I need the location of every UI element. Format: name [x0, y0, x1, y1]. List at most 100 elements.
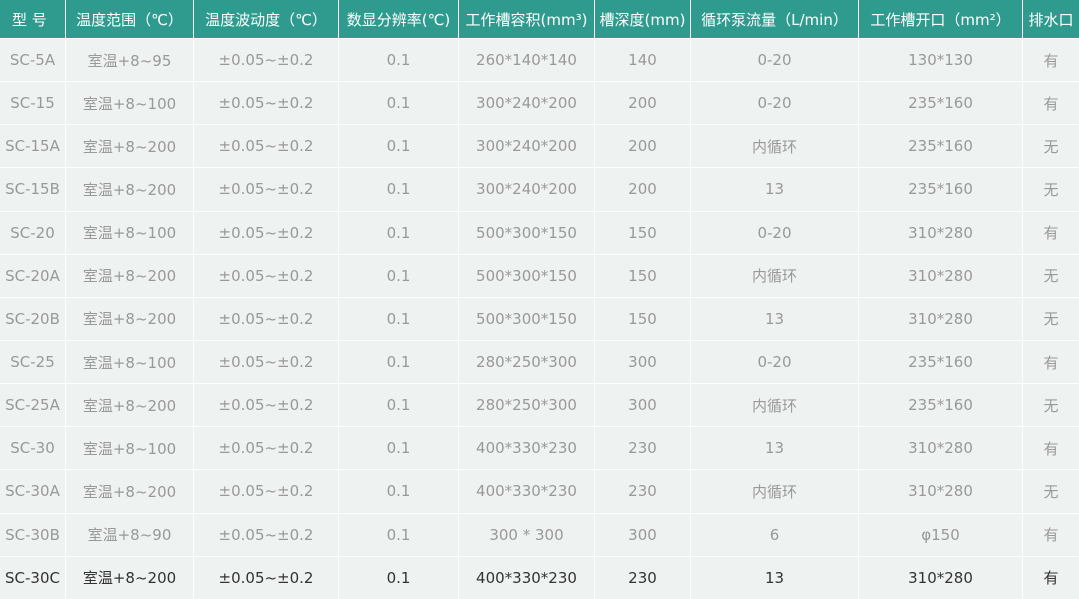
cell-tank-depth: 150: [595, 297, 691, 341]
cell-tank-opening: 310*280: [859, 211, 1023, 255]
cell-tank-volume: 300*240*200: [459, 168, 595, 212]
cell-model: SC-25: [0, 340, 66, 385]
cell-temperature-fluctuation: ±0.05~±0.2: [194, 470, 339, 514]
cell-temperature-range: 室温+8~200: [66, 470, 194, 514]
cell-temperature-fluctuation: ±0.05~±0.2: [194, 427, 339, 471]
cell-tank-volume: 280*250*300: [459, 340, 595, 385]
cell-drain: 有: [1023, 513, 1079, 557]
table-row: SC-15A 室温+8~200 ±0.05~±0.2 0.1 300*240*200 20…: [0, 125, 1079, 169]
cell-pump-flow: 13: [691, 297, 859, 341]
cell-pump-flow: 内循环: [691, 254, 859, 298]
cell-temperature-range: 室温+8~200: [66, 384, 194, 428]
cell-tank-opening: 310*280: [859, 427, 1023, 471]
cell-display-resolution: 0.1: [339, 125, 459, 169]
header-tank-volume: 工作槽容积(mm³): [459, 0, 595, 39]
cell-temperature-fluctuation: ±0.05~±0.2: [194, 340, 339, 385]
cell-display-resolution: 0.1: [339, 340, 459, 385]
cell-model: SC-15A: [0, 125, 66, 169]
cell-tank-depth: 200: [595, 168, 691, 212]
cell-tank-depth: 140: [595, 39, 691, 83]
cell-temperature-range: 室温+8~100: [66, 82, 194, 126]
cell-tank-volume: 300*240*200: [459, 125, 595, 169]
table-row: SC-5A 室温+8~95 ±0.05~±0.2 0.1 260*140*140 140 0…: [0, 39, 1079, 83]
cell-drain: 无: [1023, 470, 1079, 514]
cell-model: SC-20A: [0, 254, 66, 298]
cell-tank-opening: 310*280: [859, 556, 1023, 599]
cell-display-resolution: 0.1: [339, 254, 459, 298]
cell-temperature-range: 室温+8~200: [66, 297, 194, 341]
cell-tank-depth: 300: [595, 384, 691, 428]
cell-temperature-fluctuation: ±0.05~±0.2: [194, 297, 339, 341]
cell-temperature-range: 室温+8~200: [66, 168, 194, 212]
cell-pump-flow: 0-20: [691, 39, 859, 83]
table-body: SC-5A 室温+8~95 ±0.05~±0.2 0.1 260*140*140 140 0…: [0, 39, 1079, 599]
cell-tank-depth: 300: [595, 340, 691, 385]
cell-temperature-range: 室温+8~100: [66, 211, 194, 255]
cell-temperature-range: 室温+8~200: [66, 254, 194, 298]
cell-tank-opening: 310*280: [859, 254, 1023, 298]
cell-tank-opening: 310*280: [859, 470, 1023, 514]
cell-display-resolution: 0.1: [339, 470, 459, 514]
cell-pump-flow: 13: [691, 556, 859, 599]
cell-temperature-fluctuation: ±0.05~±0.2: [194, 125, 339, 169]
cell-pump-flow: 13: [691, 427, 859, 471]
cell-temperature-fluctuation: ±0.05~±0.2: [194, 513, 339, 557]
cell-drain: 有: [1023, 39, 1079, 83]
cell-drain: 无: [1023, 297, 1079, 341]
cell-tank-opening: 130*130: [859, 39, 1023, 83]
table-row: SC-20 室温+8~100 ±0.05~±0.2 0.1 500*300*150 150…: [0, 211, 1079, 255]
table-row: SC-30C 室温+8~200 ±0.05~±0.2 0.1 400*330*230 23…: [0, 556, 1079, 599]
cell-tank-volume: 400*330*230: [459, 427, 595, 471]
header-tank-opening: 工作槽开口（mm²）: [859, 0, 1023, 39]
cell-temperature-range: 室温+8~90: [66, 513, 194, 557]
cell-drain: 有: [1023, 427, 1079, 471]
cell-drain: 无: [1023, 254, 1079, 298]
cell-tank-opening: 235*160: [859, 125, 1023, 169]
cell-pump-flow: 6: [691, 513, 859, 557]
cell-tank-depth: 230: [595, 470, 691, 514]
cell-model: SC-30B: [0, 513, 66, 557]
header-pump-flow: 循环泵流量（L/min）: [691, 0, 859, 39]
cell-display-resolution: 0.1: [339, 556, 459, 599]
spec-table: 型 号 温度范围（℃） 温度波动度（℃） 数显分辨率(℃) 工作槽容积(mm³)…: [0, 0, 1079, 599]
cell-temperature-range: 室温+8~100: [66, 340, 194, 385]
header-drain: 排水口: [1023, 0, 1079, 39]
cell-model: SC-30A: [0, 470, 66, 514]
cell-tank-opening: 235*160: [859, 384, 1023, 428]
cell-tank-volume: 500*300*150: [459, 297, 595, 341]
cell-display-resolution: 0.1: [339, 82, 459, 126]
cell-temperature-fluctuation: ±0.05~±0.2: [194, 384, 339, 428]
cell-model: SC-15B: [0, 168, 66, 212]
cell-tank-volume: 400*330*230: [459, 470, 595, 514]
table-row: SC-25 室温+8~100 ±0.05~±0.2 0.1 280*250*300 300…: [0, 340, 1079, 385]
cell-display-resolution: 0.1: [339, 513, 459, 557]
table-row: SC-20B 室温+8~200 ±0.05~±0.2 0.1 500*300*150 15…: [0, 297, 1079, 341]
cell-tank-volume: 400*330*230: [459, 556, 595, 599]
cell-temperature-fluctuation: ±0.05~±0.2: [194, 168, 339, 212]
cell-tank-opening: 235*160: [859, 82, 1023, 126]
cell-model: SC-20: [0, 211, 66, 255]
cell-temperature-range: 室温+8~95: [66, 39, 194, 83]
cell-temperature-fluctuation: ±0.05~±0.2: [194, 556, 339, 599]
cell-display-resolution: 0.1: [339, 297, 459, 341]
cell-temperature-range: 室温+8~200: [66, 125, 194, 169]
cell-tank-depth: 150: [595, 211, 691, 255]
cell-pump-flow: 内循环: [691, 125, 859, 169]
cell-tank-volume: 260*140*140: [459, 39, 595, 83]
cell-model: SC-5A: [0, 39, 66, 83]
table-row: SC-30 室温+8~100 ±0.05~±0.2 0.1 400*330*230 230…: [0, 427, 1079, 471]
cell-tank-volume: 500*300*150: [459, 211, 595, 255]
cell-pump-flow: 13: [691, 168, 859, 212]
cell-tank-volume: 280*250*300: [459, 384, 595, 428]
table-row: SC-15B 室温+8~200 ±0.05~±0.2 0.1 300*240*200 20…: [0, 168, 1079, 212]
cell-tank-depth: 230: [595, 427, 691, 471]
cell-temperature-fluctuation: ±0.05~±0.2: [194, 82, 339, 126]
table-row: SC-25A 室温+8~200 ±0.05~±0.2 0.1 280*250*300 30…: [0, 384, 1079, 428]
cell-drain: 无: [1023, 125, 1079, 169]
cell-pump-flow: 0-20: [691, 211, 859, 255]
table-row: SC-20A 室温+8~200 ±0.05~±0.2 0.1 500*300*150 15…: [0, 254, 1079, 298]
table-header-row: 型 号 温度范围（℃） 温度波动度（℃） 数显分辨率(℃) 工作槽容积(mm³)…: [0, 0, 1079, 39]
cell-pump-flow: 内循环: [691, 470, 859, 514]
cell-tank-depth: 150: [595, 254, 691, 298]
cell-temperature-fluctuation: ±0.05~±0.2: [194, 254, 339, 298]
